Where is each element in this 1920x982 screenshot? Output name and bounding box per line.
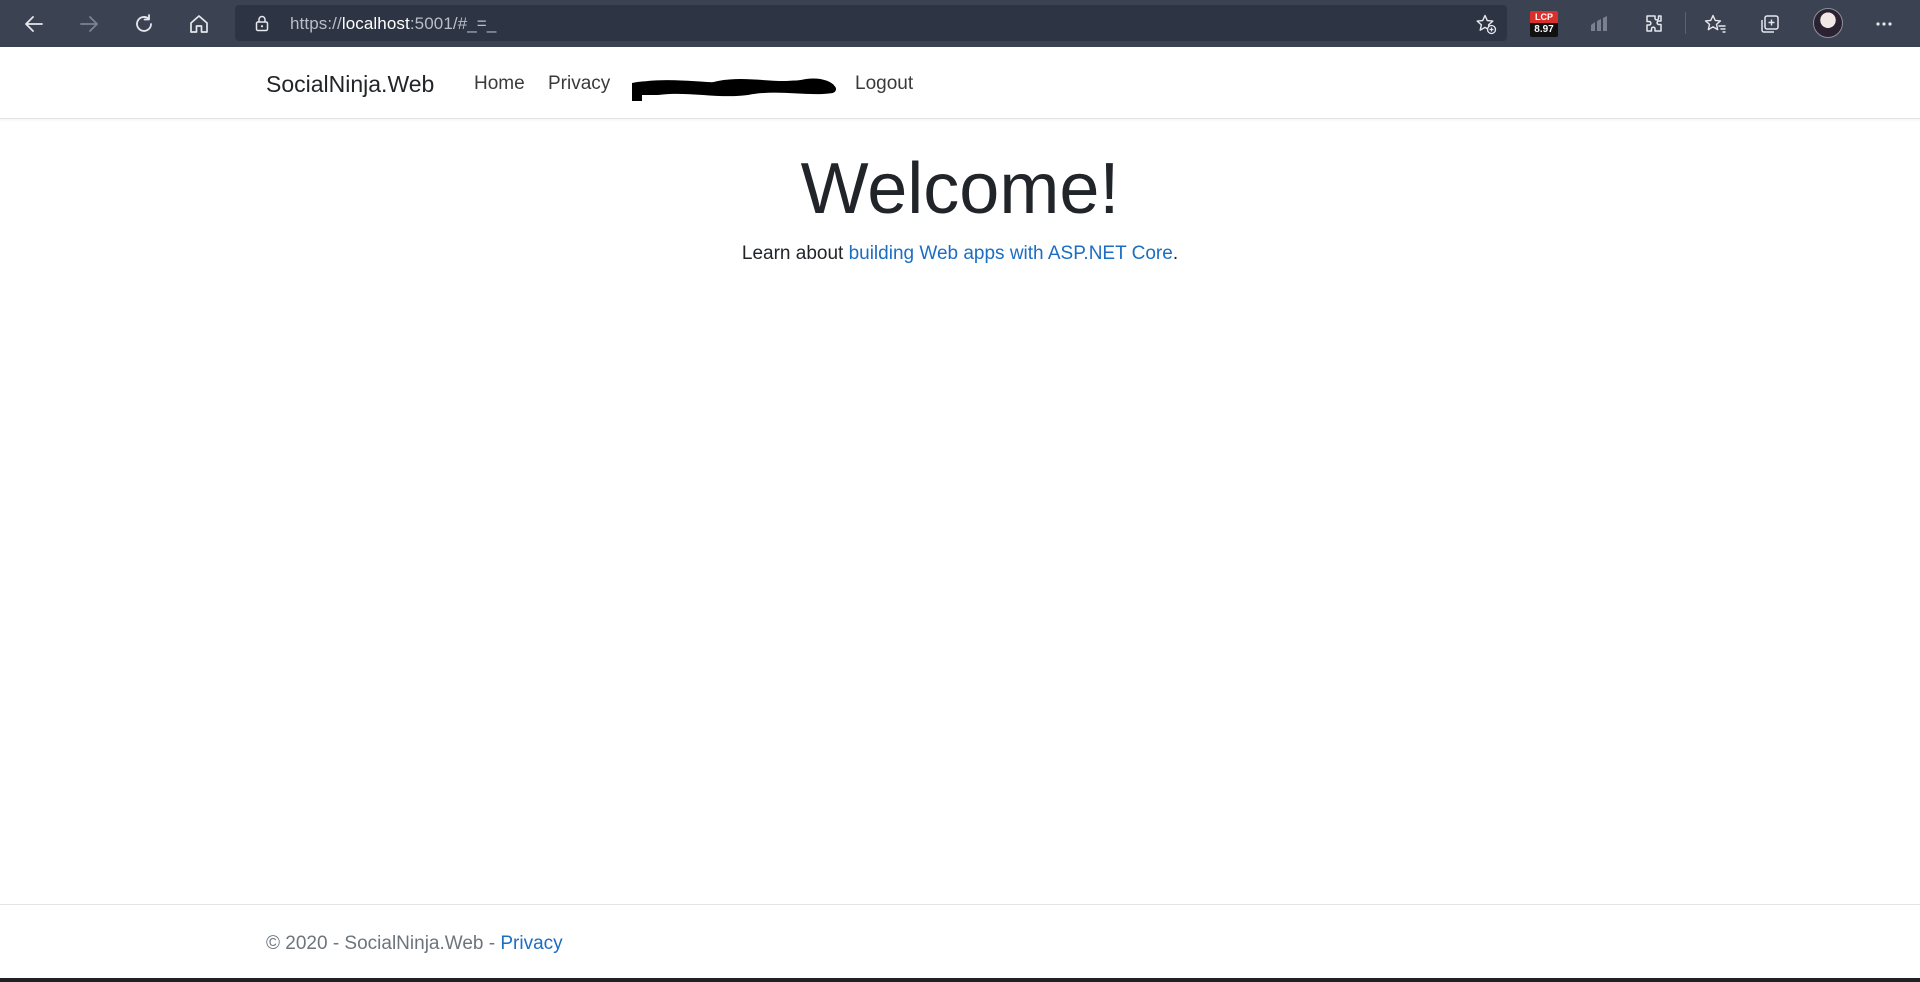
extensions-button[interactable] [1636, 6, 1672, 42]
forward-icon [80, 16, 98, 32]
url-prefix: https:// [290, 14, 342, 33]
footer-text: © 2020 - SocialNinja.Web - Privacy [266, 933, 563, 955]
extensions-icon [1646, 15, 1662, 32]
collections-button[interactable] [1752, 6, 1788, 42]
browser-toolbar: https://localhost:5001/#_=_ LCP 8.97 [0, 0, 1920, 47]
favorites-button[interactable] [1697, 6, 1733, 42]
window-bottom-edge [0, 978, 1920, 982]
home-icon [190, 15, 208, 33]
refresh-button[interactable] [126, 6, 162, 42]
forward-button[interactable] [71, 6, 107, 42]
address-bar[interactable]: https://localhost:5001/#_=_ [235, 5, 1507, 41]
footer-privacy-link[interactable]: Privacy [500, 933, 562, 954]
footer-copyright: © 2020 - SocialNinja.Web - [266, 933, 501, 954]
nav-privacy[interactable]: Privacy [548, 73, 610, 95]
learn-prefix: Learn about [741, 243, 849, 265]
profile-avatar[interactable] [1813, 8, 1843, 38]
main-content: Welcome! Learn about building Web apps w… [0, 120, 1920, 284]
home-button[interactable] [181, 6, 217, 42]
lcp-extension-icon[interactable]: LCP 8.97 [1530, 11, 1558, 39]
url-rest: :5001/#_=_ [409, 14, 497, 33]
nav-logout[interactable]: Logout [855, 73, 913, 95]
add-favorite-icon[interactable] [1475, 13, 1497, 35]
url-host: localhost [341, 14, 410, 33]
favorites-icon [1704, 14, 1726, 33]
aspnet-docs-link[interactable]: building Web apps with ASP.NET Core [849, 243, 1173, 264]
learn-suffix: . [1172, 243, 1179, 265]
footer: © 2020 - SocialNinja.Web - Privacy [0, 904, 1920, 978]
site-navbar: SocialNinja.Web Home Privacy Logout [0, 47, 1920, 119]
lcp-label: LCP [1530, 11, 1558, 23]
url-text[interactable]: https://localhost:5001/#_=_ [290, 14, 496, 34]
nav-home[interactable]: Home [474, 73, 525, 95]
lcp-value: 8.97 [1530, 23, 1558, 37]
learn-paragraph: Learn about building Web apps with ASP.N… [0, 243, 1920, 265]
brand-link[interactable]: SocialNinja.Web [266, 71, 434, 98]
back-icon [25, 16, 43, 32]
more-button[interactable] [1866, 6, 1902, 42]
refresh-icon [136, 14, 152, 32]
welcome-heading: Welcome! [800, 149, 1120, 229]
lock-icon[interactable] [253, 14, 271, 32]
collections-icon [1761, 15, 1779, 33]
performance-extension-button[interactable] [1581, 6, 1617, 42]
back-button[interactable] [16, 6, 52, 42]
more-icon [1876, 22, 1892, 26]
redacted-username [632, 78, 836, 101]
toolbar-separator [1685, 12, 1686, 34]
performance-extension-icon [1591, 16, 1607, 31]
